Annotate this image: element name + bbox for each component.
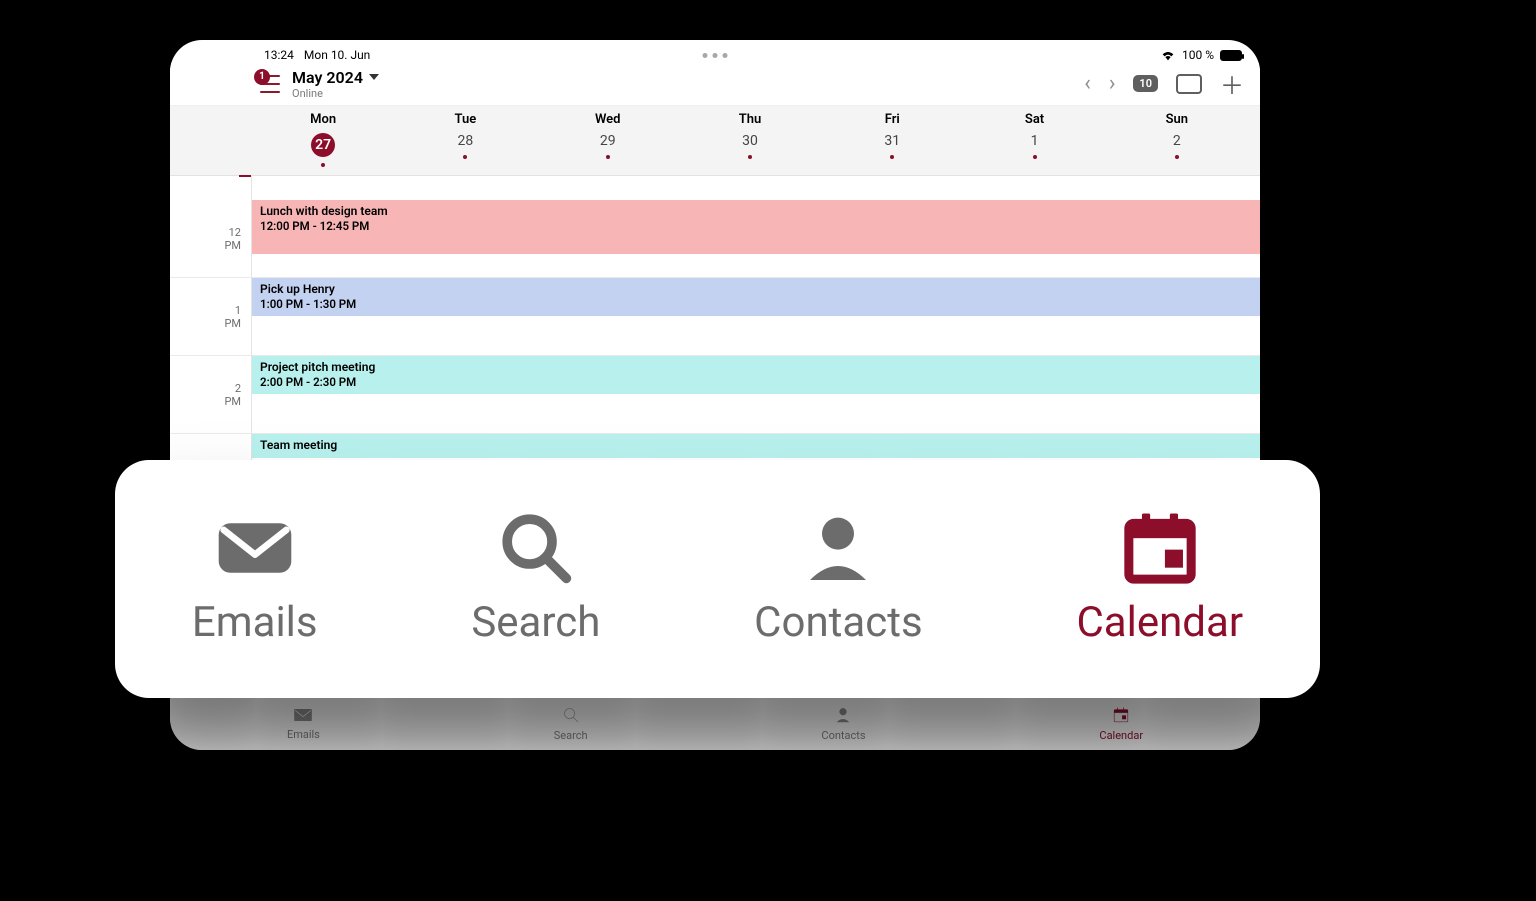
search-icon	[562, 706, 580, 727]
menu-badge: 1	[254, 69, 270, 85]
event-dot-icon	[1175, 155, 1179, 159]
day-column[interactable]: Fri 31	[821, 106, 963, 175]
contacts-icon	[834, 706, 852, 727]
view-toggle-button[interactable]	[1176, 74, 1202, 94]
day-column[interactable]: Tue 28	[394, 106, 536, 175]
event-time: 1:00 PM - 1:30 PM	[260, 297, 1252, 311]
current-time-indicator	[239, 175, 251, 177]
big-tab-contacts[interactable]: Contacts	[754, 512, 922, 647]
chevron-down-icon	[369, 74, 379, 80]
event-title: Lunch with design team	[260, 204, 1252, 218]
day-number: 2	[1173, 133, 1181, 149]
calendar-event[interactable]: Pick up Henry1:00 PM - 1:30 PM	[252, 278, 1260, 316]
hour-gutter: 2PM	[170, 356, 252, 433]
day-column[interactable]: Sat 1	[963, 106, 1105, 175]
day-number: 27	[311, 133, 335, 157]
battery-icon	[1220, 50, 1242, 61]
app-header: 1 May 2024 Online ‹ › 10 ＋	[170, 62, 1260, 105]
day-name: Tue	[455, 112, 477, 127]
events-cell[interactable]: Lunch with design team12:00 PM - 12:45 P…	[252, 200, 1260, 277]
big-tab-label: Contacts	[754, 598, 922, 647]
tab-label: Search	[554, 729, 588, 742]
status-date: Mon 10. Jun	[304, 48, 370, 62]
timeline[interactable]: 12PMLunch with design team12:00 PM - 12:…	[170, 176, 1260, 464]
today-badge[interactable]: 10	[1133, 75, 1158, 92]
calendar-event[interactable]: Project pitch meeting2:00 PM - 2:30 PM	[252, 356, 1260, 394]
event-title: Pick up Henry	[260, 282, 1252, 296]
tab-contacts[interactable]: Contacts	[821, 706, 865, 742]
month-picker[interactable]: May 2024	[292, 68, 379, 87]
calendar-event[interactable]: Lunch with design team12:00 PM - 12:45 P…	[252, 200, 1260, 254]
next-button[interactable]: ›	[1109, 71, 1116, 96]
day-number: 1	[1031, 133, 1039, 149]
menu-button[interactable]: 1	[260, 75, 284, 93]
tab-label: Calendar	[1099, 729, 1143, 742]
tab-label: Contacts	[821, 729, 865, 742]
tab-calendar[interactable]: Calendar	[1099, 706, 1143, 742]
day-column[interactable]: Mon 27	[252, 106, 394, 175]
multitask-dots-icon[interactable]	[703, 53, 728, 58]
day-number: 31	[884, 133, 900, 149]
day-number: 28	[458, 133, 474, 149]
contacts-icon	[795, 512, 881, 584]
hour-gutter: 1PM	[170, 278, 252, 355]
wifi-icon	[1160, 49, 1176, 61]
event-time: 12:00 PM - 12:45 PM	[260, 219, 1252, 233]
search-icon	[493, 512, 579, 584]
day-name: Wed	[595, 112, 621, 127]
day-number: 30	[742, 133, 758, 149]
day-name: Fri	[885, 112, 900, 127]
calendar-icon	[1112, 706, 1130, 727]
status-bar: 13:24 Mon 10. Jun 100 %	[170, 40, 1260, 62]
day-name: Mon	[310, 112, 336, 127]
event-time: 2:00 PM - 2:30 PM	[260, 375, 1252, 389]
tab-emails[interactable]: Emails	[287, 707, 320, 741]
big-tab-search[interactable]: Search	[471, 512, 600, 647]
event-title: Project pitch meeting	[260, 360, 1252, 374]
big-tab-label: Emails	[192, 598, 318, 647]
tab-bar-enlarged: Emails Search Contacts Calendar	[115, 460, 1320, 698]
events-cell[interactable]: Pick up Henry1:00 PM - 1:30 PM	[252, 278, 1260, 355]
status-time: 13:24	[264, 48, 294, 62]
weekday-header: Mon 27 Tue 28 Wed 29 Thu 30 Fri 31 Sat 1 Sun 2	[170, 105, 1260, 176]
day-number: 29	[600, 133, 616, 149]
day-name: Thu	[739, 112, 762, 127]
prev-button[interactable]: ‹	[1084, 71, 1091, 96]
event-title: Team meeting	[260, 438, 1252, 452]
tab-label: Emails	[287, 728, 320, 741]
event-dot-icon	[463, 155, 467, 159]
event-dot-icon	[890, 155, 894, 159]
emails-icon	[212, 512, 298, 584]
event-dot-icon	[321, 163, 325, 167]
battery-percent: 100 %	[1182, 48, 1214, 62]
big-tab-label: Search	[471, 598, 600, 647]
event-dot-icon	[1033, 155, 1037, 159]
tab-search[interactable]: Search	[554, 706, 588, 742]
emails-icon	[293, 707, 313, 726]
online-status: Online	[292, 87, 379, 100]
hour-gutter: 12PM	[170, 200, 252, 277]
bottom-tab-bar: Emails Search Contacts Calendar	[170, 696, 1260, 750]
day-name: Sun	[1166, 112, 1188, 127]
calendar-event[interactable]: Team meeting	[252, 434, 1260, 458]
day-column[interactable]: Wed 29	[537, 106, 679, 175]
day-name: Sat	[1025, 112, 1044, 127]
day-column[interactable]: Thu 30	[679, 106, 821, 175]
big-tab-label: Calendar	[1076, 598, 1243, 647]
month-title: May 2024	[292, 68, 363, 87]
big-tab-emails[interactable]: Emails	[192, 512, 318, 647]
add-event-button[interactable]: ＋	[1220, 66, 1244, 101]
event-dot-icon	[606, 155, 610, 159]
event-dot-icon	[748, 155, 752, 159]
day-column[interactable]: Sun 2	[1106, 106, 1248, 175]
calendar-icon	[1117, 512, 1203, 584]
big-tab-calendar[interactable]: Calendar	[1076, 512, 1243, 647]
events-cell[interactable]: Project pitch meeting2:00 PM - 2:30 PM	[252, 356, 1260, 433]
